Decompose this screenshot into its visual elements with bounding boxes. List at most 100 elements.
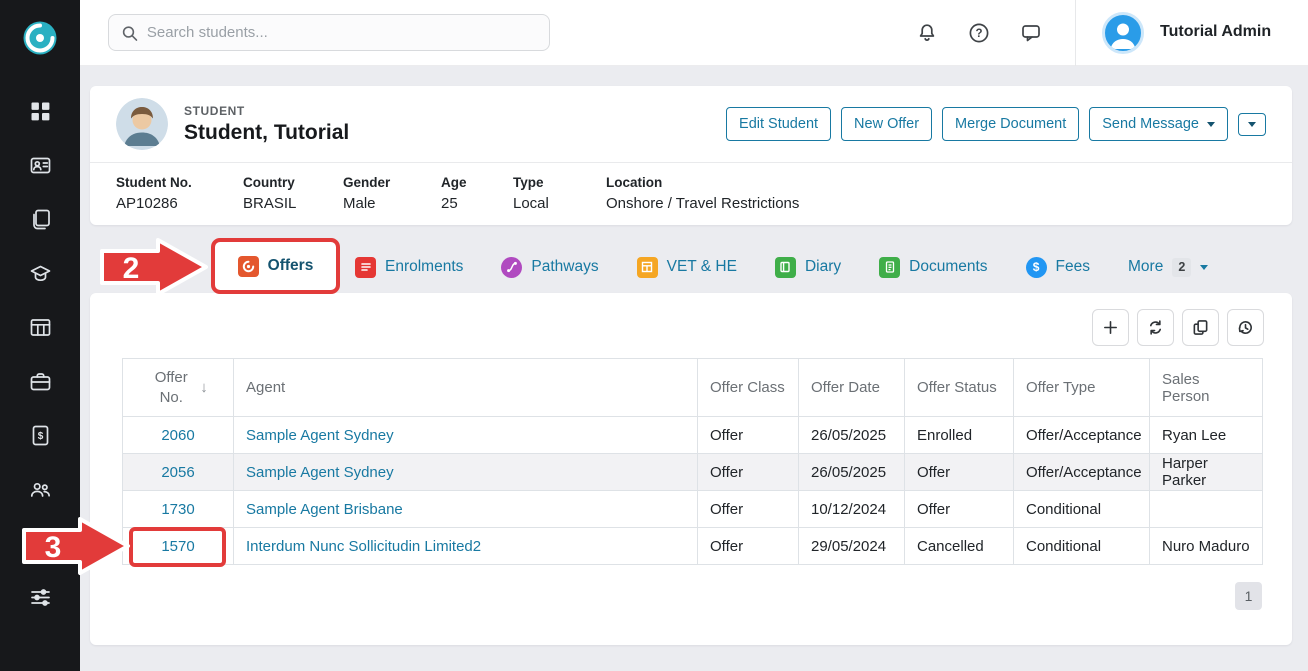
pathways-icon <box>501 257 522 278</box>
info-location: LocationOnshore / Travel Restrictions <box>606 175 799 212</box>
agent-link[interactable]: Sample Agent Brisbane <box>246 501 403 518</box>
annotation-step3-number: 3 <box>45 531 62 564</box>
column-header-sales-person[interactable]: Sales Person <box>1150 359 1263 417</box>
student-avatar[interactable] <box>116 98 168 150</box>
copy-button[interactable] <box>1182 309 1219 346</box>
student-tabs: Enrolments Pathways VET & HE Diary Docum… <box>355 240 1208 294</box>
svg-text:$: $ <box>37 431 43 442</box>
student-search <box>108 14 550 51</box>
sidebar-item-students[interactable] <box>29 154 51 176</box>
tab-more[interactable]: More 2 <box>1128 258 1208 277</box>
agent-link[interactable]: Interdum Nunc Sollicitudin Limited2 <box>246 538 481 555</box>
documents-stack-icon <box>30 209 51 230</box>
dashboard-icon <box>30 101 51 122</box>
column-header-offer-class[interactable]: Offer Class <box>698 359 799 417</box>
table-header-row: Offer No.↓ Agent Offer Class Offer Date … <box>123 359 1263 417</box>
offer-no-link[interactable]: 2060 <box>161 427 194 444</box>
offers-table: Offer No.↓ Agent Offer Class Offer Date … <box>122 358 1263 565</box>
offer-date-cell: 26/05/2025 <box>799 417 905 454</box>
agent-link[interactable]: Sample Agent Sydney <box>246 464 394 481</box>
info-age: Age25 <box>441 175 513 212</box>
app-logo[interactable] <box>0 0 80 70</box>
offer-date-cell: 10/12/2024 <box>799 491 905 528</box>
plus-icon <box>1102 319 1119 336</box>
app-root: $ ? Tutor <box>0 0 1308 671</box>
tab-documents[interactable]: Documents <box>879 257 987 278</box>
annotation-arrow-step2: 2 <box>94 236 212 298</box>
tab-offers[interactable]: Offers <box>238 256 314 277</box>
column-header-offer-no[interactable]: Offer No.↓ <box>123 359 234 417</box>
student-identity: STUDENT Student, Tutorial <box>184 104 349 145</box>
offer-class-cell: Offer <box>698 417 799 454</box>
question-circle-icon: ? <box>968 22 990 44</box>
new-offer-button[interactable]: New Offer <box>841 107 932 141</box>
sidebar-item-settings[interactable] <box>29 586 51 608</box>
help-button[interactable]: ? <box>965 19 993 47</box>
invoice-dollar-icon: $ <box>30 425 51 446</box>
user-avatar[interactable] <box>1102 12 1144 54</box>
sidebar-item-offers[interactable] <box>29 208 51 230</box>
tab-diary[interactable]: Diary <box>775 257 841 278</box>
send-message-button[interactable]: Send Message <box>1089 107 1228 141</box>
column-header-offer-date[interactable]: Offer Date <box>799 359 905 417</box>
sidebar-item-services[interactable] <box>29 370 51 392</box>
column-header-offer-type[interactable]: Offer Type <box>1014 359 1150 417</box>
refresh-button[interactable] <box>1137 309 1174 346</box>
offer-class-cell: Offer <box>698 528 799 565</box>
table-row: 2056 Sample Agent Sydney Offer 26/05/202… <box>123 454 1263 491</box>
student-photo-icon <box>116 98 168 150</box>
offer-class-cell: Offer <box>698 454 799 491</box>
offer-status-cell: Offer <box>905 491 1014 528</box>
offer-status-cell: Offer <box>905 454 1014 491</box>
more-actions-dropdown-button[interactable] <box>1238 113 1266 136</box>
offer-date-cell: 29/05/2024 <box>799 528 905 565</box>
sort-desc-icon[interactable]: ↓ <box>200 379 208 396</box>
documents-icon <box>879 257 900 278</box>
offer-type-cell: Offer/Acceptance <box>1014 454 1150 491</box>
history-button[interactable] <box>1227 309 1264 346</box>
sliders-icon <box>30 587 51 608</box>
offer-no-link[interactable]: 1730 <box>161 501 194 518</box>
info-type: TypeLocal <box>513 175 606 212</box>
sales-person-cell: Nuro Maduro <box>1150 528 1263 565</box>
sidebar-item-agents[interactable] <box>29 478 51 500</box>
table-row: 2060 Sample Agent Sydney Offer 26/05/202… <box>123 417 1263 454</box>
search-input[interactable] <box>147 24 537 41</box>
sales-person-cell <box>1150 491 1263 528</box>
offer-date-cell: 26/05/2025 <box>799 454 905 491</box>
graduation-cap-icon <box>30 263 51 284</box>
sidebar-item-courses[interactable] <box>29 262 51 284</box>
copy-icon <box>1192 319 1209 336</box>
tab-enrolments[interactable]: Enrolments <box>355 257 463 278</box>
column-header-agent[interactable]: Agent <box>234 359 698 417</box>
sidebar-item-classes[interactable] <box>29 316 51 338</box>
user-name[interactable]: Tutorial Admin <box>1160 23 1271 41</box>
offer-status-cell: Enrolled <box>905 417 1014 454</box>
add-offer-button[interactable] <box>1092 309 1129 346</box>
tab-pathways[interactable]: Pathways <box>501 257 598 278</box>
annotation-box-step2: Offers <box>211 238 340 294</box>
notifications-button[interactable] <box>913 19 941 47</box>
id-card-icon <box>30 155 51 176</box>
pagination-page-1[interactable]: 1 <box>1235 582 1262 610</box>
offer-no-link[interactable]: 2056 <box>161 464 194 481</box>
svg-text:?: ? <box>975 28 982 40</box>
student-info-row: Student No.AP10286 CountryBRASIL GenderM… <box>90 162 1292 212</box>
annotation-arrow-step3: 3 <box>16 515 134 577</box>
bell-icon <box>916 22 938 44</box>
annotation-box-step3 <box>129 527 226 567</box>
people-group-icon <box>30 479 51 500</box>
diary-icon <box>775 257 796 278</box>
tab-vet-he[interactable]: VET & HE <box>637 257 737 278</box>
logo-swirl-icon <box>18 16 62 60</box>
agent-link[interactable]: Sample Agent Sydney <box>246 427 394 444</box>
merge-document-button[interactable]: Merge Document <box>942 107 1079 141</box>
sidebar-item-dashboard[interactable] <box>29 100 51 122</box>
annotation-step2-number: 2 <box>123 252 140 285</box>
column-header-offer-status[interactable]: Offer Status <box>905 359 1014 417</box>
sidebar-item-invoices[interactable]: $ <box>29 424 51 446</box>
offers-panel: Offer No.↓ Agent Offer Class Offer Date … <box>90 293 1292 645</box>
chat-button[interactable] <box>1017 19 1045 47</box>
tab-fees[interactable]: $ Fees <box>1026 257 1090 278</box>
edit-student-button[interactable]: Edit Student <box>726 107 831 141</box>
